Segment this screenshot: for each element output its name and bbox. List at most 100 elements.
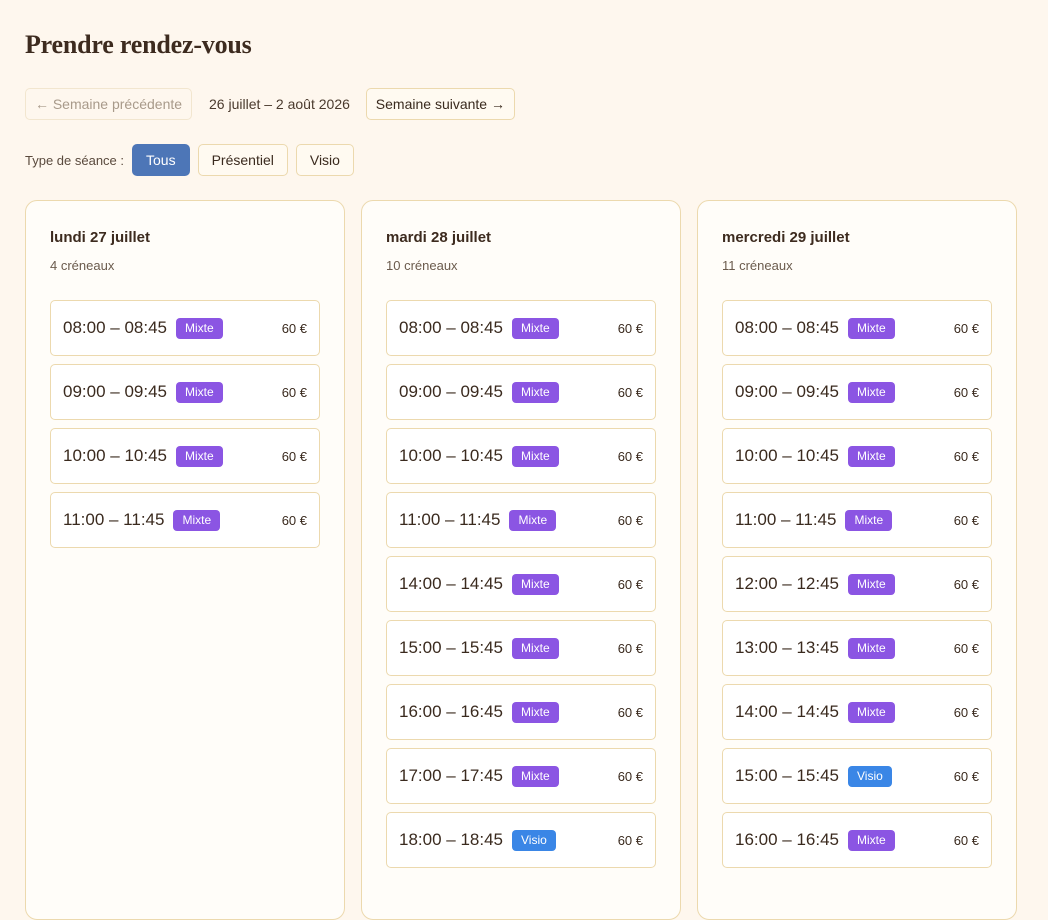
time-slot[interactable]: 08:00 – 08:45 Mixte 60 € xyxy=(50,300,320,356)
day-title: mardi 28 juillet xyxy=(386,229,492,246)
slot-price: 60 € xyxy=(281,512,307,528)
session-type-badge: Mixte xyxy=(511,637,559,659)
week-navigation: ← Semaine précédente 26 juillet – 2 août… xyxy=(25,88,515,120)
session-type-badge: Mixte xyxy=(511,765,559,787)
slot-time: 15:00 – 15:45 xyxy=(399,637,503,657)
filter-video-button[interactable]: Visio xyxy=(295,144,354,176)
slot-time: 10:00 – 10:45 xyxy=(735,445,839,465)
session-type-badge: Mixte xyxy=(847,637,895,659)
session-type-badge: Mixte xyxy=(847,317,895,339)
slot-price: 60 € xyxy=(953,320,979,336)
time-slot[interactable]: 10:00 – 10:45 Mixte 60 € xyxy=(722,428,992,484)
slot-count: 10 créneaux xyxy=(386,258,458,273)
session-type-badge: Mixte xyxy=(845,509,893,531)
slot-price: 60 € xyxy=(281,384,307,400)
time-slot[interactable]: 10:00 – 10:45 Mixte 60 € xyxy=(386,428,656,484)
slot-time: 18:00 – 18:45 xyxy=(399,829,503,849)
time-slot[interactable]: 18:00 – 18:45 Visio 60 € xyxy=(386,812,656,868)
page-title: Prendre rendez-vous xyxy=(25,30,252,59)
session-type-badge: Mixte xyxy=(173,509,221,531)
week-range-label: 26 juillet – 2 août 2026 xyxy=(209,96,350,112)
session-type-badge: Mixte xyxy=(175,317,223,339)
slot-time: 10:00 – 10:45 xyxy=(399,445,503,465)
slot-time: 15:00 – 15:45 xyxy=(735,765,839,785)
session-type-badge: Mixte xyxy=(847,381,895,403)
slot-time: 13:00 – 13:45 xyxy=(735,637,839,657)
slot-time: 12:00 – 12:45 xyxy=(735,573,839,593)
time-slot[interactable]: 17:00 – 17:45 Mixte 60 € xyxy=(386,748,656,804)
time-slot[interactable]: 10:00 – 10:45 Mixte 60 € xyxy=(50,428,320,484)
session-type-badge: Mixte xyxy=(509,509,557,531)
slot-count: 4 créneaux xyxy=(50,258,115,273)
previous-week-button[interactable]: ← Semaine précédente xyxy=(25,88,192,120)
slot-price: 60 € xyxy=(617,576,643,592)
time-slot[interactable]: 15:00 – 15:45 Visio 60 € xyxy=(722,748,992,804)
slot-count: 11 créneaux xyxy=(722,258,793,273)
session-type-badge: Mixte xyxy=(511,573,559,595)
time-slot[interactable]: 09:00 – 09:45 Mixte 60 € xyxy=(386,364,656,420)
time-slot[interactable]: 11:00 – 11:45 Mixte 60 € xyxy=(386,492,656,548)
slot-time: 08:00 – 08:45 xyxy=(399,317,503,337)
session-type-badge: Mixte xyxy=(511,701,559,723)
slot-price: 60 € xyxy=(953,704,979,720)
slot-price: 60 € xyxy=(617,704,643,720)
time-slot[interactable]: 14:00 – 14:45 Mixte 60 € xyxy=(722,684,992,740)
filter-label: Type de séance : xyxy=(25,152,125,168)
time-slot[interactable]: 11:00 – 11:45 Mixte 60 € xyxy=(722,492,992,548)
slot-time: 09:00 – 09:45 xyxy=(399,381,503,401)
session-type-badge: Mixte xyxy=(511,317,559,339)
day-column: mardi 28 juillet 10 créneaux 08:00 – 08:45… xyxy=(361,200,681,920)
time-slot[interactable]: 09:00 – 09:45 Mixte 60 € xyxy=(722,364,992,420)
session-type-badge: Mixte xyxy=(175,381,223,403)
time-slot[interactable]: 12:00 – 12:45 Mixte 60 € xyxy=(722,556,992,612)
session-type-badge: Mixte xyxy=(511,445,559,467)
slot-price: 60 € xyxy=(953,768,979,784)
session-type-badge: Mixte xyxy=(847,445,895,467)
slot-price: 60 € xyxy=(953,512,979,528)
day-column: mercredi 29 juillet 11 créneaux 08:00 – 08… xyxy=(697,200,1017,920)
slot-price: 60 € xyxy=(617,768,643,784)
slot-price: 60 € xyxy=(617,320,643,336)
slot-price: 60 € xyxy=(953,576,979,592)
session-type-badge: Visio xyxy=(847,765,892,787)
slot-price: 60 € xyxy=(281,448,307,464)
time-slot[interactable]: 16:00 – 16:45 Mixte 60 € xyxy=(386,684,656,740)
slot-price: 60 € xyxy=(953,448,979,464)
day-columns: lundi 27 juillet 4 créneaux 08:00 – 08:45 M… xyxy=(25,200,1017,920)
slot-list: 08:00 – 08:45 Mixte 60 € 09:00 – 09:45 Mixte… xyxy=(722,300,992,868)
next-week-button[interactable]: Semaine suivante → xyxy=(365,88,515,120)
time-slot[interactable]: 08:00 – 08:45 Mixte 60 € xyxy=(722,300,992,356)
time-slot[interactable]: 11:00 – 11:45 Mixte 60 € xyxy=(50,492,320,548)
slot-time: 11:00 – 11:45 xyxy=(63,509,165,529)
slot-time: 17:00 – 17:45 xyxy=(399,765,503,785)
slot-price: 60 € xyxy=(617,384,643,400)
slot-time: 09:00 – 09:45 xyxy=(735,381,839,401)
day-column: lundi 27 juillet 4 créneaux 08:00 – 08:45 M… xyxy=(25,200,345,920)
session-type-badge: Mixte xyxy=(847,573,895,595)
time-slot[interactable]: 16:00 – 16:45 Mixte 60 € xyxy=(722,812,992,868)
time-slot[interactable]: 13:00 – 13:45 Mixte 60 € xyxy=(722,620,992,676)
slot-time: 16:00 – 16:45 xyxy=(399,701,503,721)
slot-price: 60 € xyxy=(281,320,307,336)
session-type-badge: Mixte xyxy=(847,829,895,851)
session-type-badge: Mixte xyxy=(511,381,559,403)
session-type-badge: Mixte xyxy=(847,701,895,723)
filter-in-person-button[interactable]: Présentiel xyxy=(197,144,288,176)
time-slot[interactable]: 14:00 – 14:45 Mixte 60 € xyxy=(386,556,656,612)
time-slot[interactable]: 08:00 – 08:45 Mixte 60 € xyxy=(386,300,656,356)
slot-time: 10:00 – 10:45 xyxy=(63,445,167,465)
slot-time: 11:00 – 11:45 xyxy=(399,509,501,529)
slot-price: 60 € xyxy=(617,512,643,528)
time-slot[interactable]: 09:00 – 09:45 Mixte 60 € xyxy=(50,364,320,420)
session-type-badge: Visio xyxy=(511,829,556,851)
slot-time: 14:00 – 14:45 xyxy=(735,701,839,721)
slot-price: 60 € xyxy=(617,640,643,656)
slot-time: 08:00 – 08:45 xyxy=(735,317,839,337)
time-slot[interactable]: 15:00 – 15:45 Mixte 60 € xyxy=(386,620,656,676)
slot-time: 08:00 – 08:45 xyxy=(63,317,167,337)
filter-all-button[interactable]: Tous xyxy=(132,144,190,176)
day-title: mercredi 29 juillet xyxy=(722,229,850,246)
slot-time: 11:00 – 11:45 xyxy=(735,509,837,529)
session-type-filter: Type de séance : Tous Présentiel Visio xyxy=(25,144,362,176)
session-type-badge: Mixte xyxy=(175,445,223,467)
